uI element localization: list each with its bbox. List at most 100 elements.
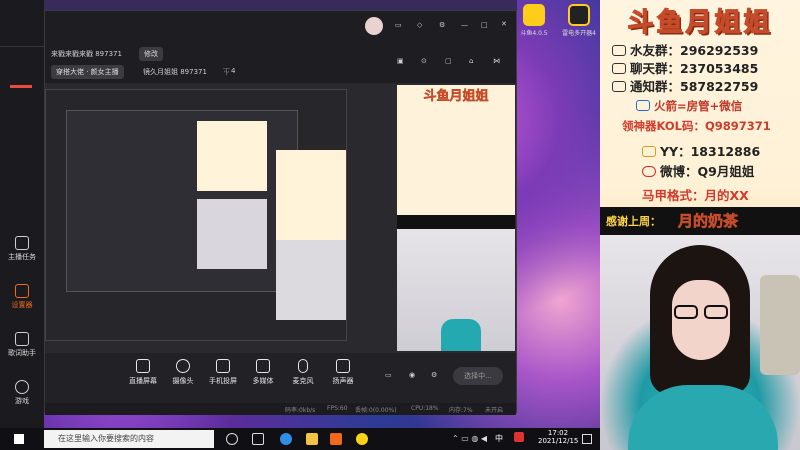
overlay-line-armor: 马甲格式：月的XX	[642, 188, 749, 203]
overlay-line-rocket: 火箭=房管+微信	[636, 98, 742, 114]
message-icon[interactable]: ▭	[395, 21, 402, 29]
nested-overlay-panel	[276, 150, 346, 240]
douyu-taskbar-icon[interactable]	[330, 433, 342, 445]
status-state: 未开启	[485, 407, 504, 414]
record-icon[interactable]: ▣	[397, 57, 404, 65]
start-live-button[interactable]: 选择中...	[453, 367, 503, 385]
button-label: 麦克风	[292, 377, 314, 385]
overlay-line-yy: YY：18312886	[642, 141, 760, 160]
video-icon[interactable]: ▭	[385, 371, 392, 379]
chat-icon	[612, 63, 626, 74]
live-indicator	[10, 85, 32, 88]
minimize-icon[interactable]: —	[461, 21, 468, 29]
gear-icon[interactable]: ⚙	[431, 371, 437, 379]
desktop-icons: 斗鱼4.0.5 雷电多开器4	[517, 0, 600, 50]
settings-icon	[15, 284, 29, 298]
preview-overlay-title: 斗鱼月姐姐	[423, 89, 489, 105]
sidebar-item-game[interactable]: 游戏	[0, 380, 44, 406]
button-label: 直播屏幕	[129, 377, 157, 385]
task-icon	[15, 236, 29, 250]
microphone-button[interactable]: 麦克风	[283, 359, 323, 386]
stream-preview: 斗鱼月姐姐	[45, 83, 516, 353]
notification-center-icon[interactable]	[582, 434, 592, 444]
maximize-icon[interactable]: □	[481, 21, 488, 29]
file-explorer-icon[interactable]	[306, 433, 318, 445]
sidebar-item-label: 设置器	[11, 301, 33, 309]
yy-icon	[642, 146, 656, 157]
category-tag[interactable]: 穿搭大佬 · 颜女主播	[51, 65, 124, 79]
tray-icons[interactable]: ⌃ ▭ ◍ ◀	[452, 434, 487, 443]
eye-icon[interactable]: ◉	[409, 371, 415, 379]
overlay-line-fans: 水友群：296292539	[612, 40, 758, 59]
edit-button[interactable]: 修改	[139, 47, 163, 61]
close-icon[interactable]: ✕	[501, 20, 507, 28]
person-face	[672, 280, 730, 360]
sidebar-item-settings[interactable]: 设置器	[0, 284, 44, 310]
settings-icon[interactable]: ⚙	[439, 21, 445, 29]
desktop-icon-label: 斗鱼4.0.5	[520, 30, 548, 37]
line-value: 587822759	[680, 79, 759, 94]
phone-cast-button[interactable]: 手机投屏	[203, 359, 243, 386]
phone-icon	[216, 359, 230, 373]
task-view-icon[interactable]	[252, 433, 264, 445]
screen-capture-button[interactable]: 直播屏幕	[123, 359, 163, 386]
glasses-right	[704, 305, 728, 319]
preview-thanks-bar	[397, 215, 515, 229]
top-strip	[44, 0, 517, 10]
cortana-icon[interactable]	[226, 433, 238, 445]
multimedia-button[interactable]: 多媒体	[243, 359, 283, 386]
speaker-button[interactable]: 扬声器	[323, 359, 363, 386]
windows-start-icon[interactable]	[14, 434, 24, 444]
status-bar: 码率:0kb/s FPS:60 丢帧:0(0.00%) CPU:18% 内存:7…	[45, 403, 516, 415]
preview-overlay-panel: 斗鱼月姐姐	[397, 85, 515, 215]
ime-indicator[interactable]: 中	[495, 433, 503, 444]
clock-date: 2021/12/15	[538, 437, 579, 445]
status-dropped: 丢帧:0(0.00%)	[355, 407, 397, 414]
room-title: 来戳来戳来戳 897371	[51, 50, 122, 58]
sidebar-item-tasks[interactable]: 主播任务	[0, 236, 44, 262]
play-icon	[256, 359, 270, 373]
desktop-icon-emulator[interactable]: 雷电多开器4	[559, 4, 599, 37]
game-icon	[15, 380, 29, 394]
webcam-feed	[600, 235, 800, 450]
line-value: 296292539	[680, 43, 759, 58]
sidebar-item-label: 歌词助手	[8, 349, 36, 357]
emulator-app-icon	[568, 4, 590, 26]
gift-icon[interactable]: ◇	[417, 21, 422, 29]
app-taskbar-icon[interactable]	[356, 433, 368, 445]
button-label: 扬声器	[332, 377, 354, 385]
nested-preview-window-inner	[66, 110, 298, 292]
status-bitrate: 码率:0kb/s	[285, 407, 316, 414]
notification-icon[interactable]: ⌂	[469, 57, 473, 65]
fans-count: 4	[231, 67, 236, 75]
fans-icon: ⏇	[223, 68, 230, 76]
share-screen-icon[interactable]: ▢	[445, 57, 452, 65]
taskbar-clock[interactable]: 17:02 2021/12/15	[538, 429, 578, 445]
camera-button[interactable]: 摄像头	[163, 359, 203, 386]
microphone-icon	[298, 359, 308, 373]
thanks-bar: 感谢上周： 月的奶茶	[600, 207, 800, 235]
avatar[interactable]	[365, 17, 383, 35]
streaming-app-window: ▭ ◇ ⚙ — □ ✕ 来戳来戳来戳 897371 修改 穿搭大佬 · 颜女主播…	[44, 10, 517, 415]
overlay-title: 斗鱼月姐姐	[627, 7, 773, 38]
edge-browser-icon[interactable]	[280, 433, 292, 445]
sidebar-item-lyrics[interactable]: 歌词助手	[0, 332, 44, 358]
button-label: 多媒体	[252, 377, 274, 385]
weibo-icon	[642, 166, 656, 177]
overlay-line-weibo: 微博：Q9月姐姐	[642, 161, 754, 180]
preview-person	[441, 319, 481, 351]
nested-webcam-panel	[276, 240, 346, 320]
source-toolbar: 直播屏幕 摄像头 手机投屏 多媒体 麦克风 扬声器 ▭ ◉ ⚙ 选择中...	[45, 353, 516, 403]
camera-icon	[176, 359, 190, 373]
antivirus-icon[interactable]	[514, 432, 524, 442]
taskbar-search-input[interactable]: 在这里输入你要搜索的内容	[44, 430, 214, 448]
chat-icon	[612, 45, 626, 56]
desktop-icon-douyu[interactable]: 斗鱼4.0.5	[519, 4, 549, 37]
line-label: 聊天群：	[630, 61, 681, 76]
chat-icon	[612, 81, 626, 92]
share-icon[interactable]: ⋈	[493, 57, 500, 65]
button-label: 摄像头	[172, 377, 194, 385]
clock-time: 17:02	[547, 429, 569, 437]
lock-icon[interactable]: ⊙	[421, 57, 427, 65]
speaker-icon	[336, 359, 350, 373]
